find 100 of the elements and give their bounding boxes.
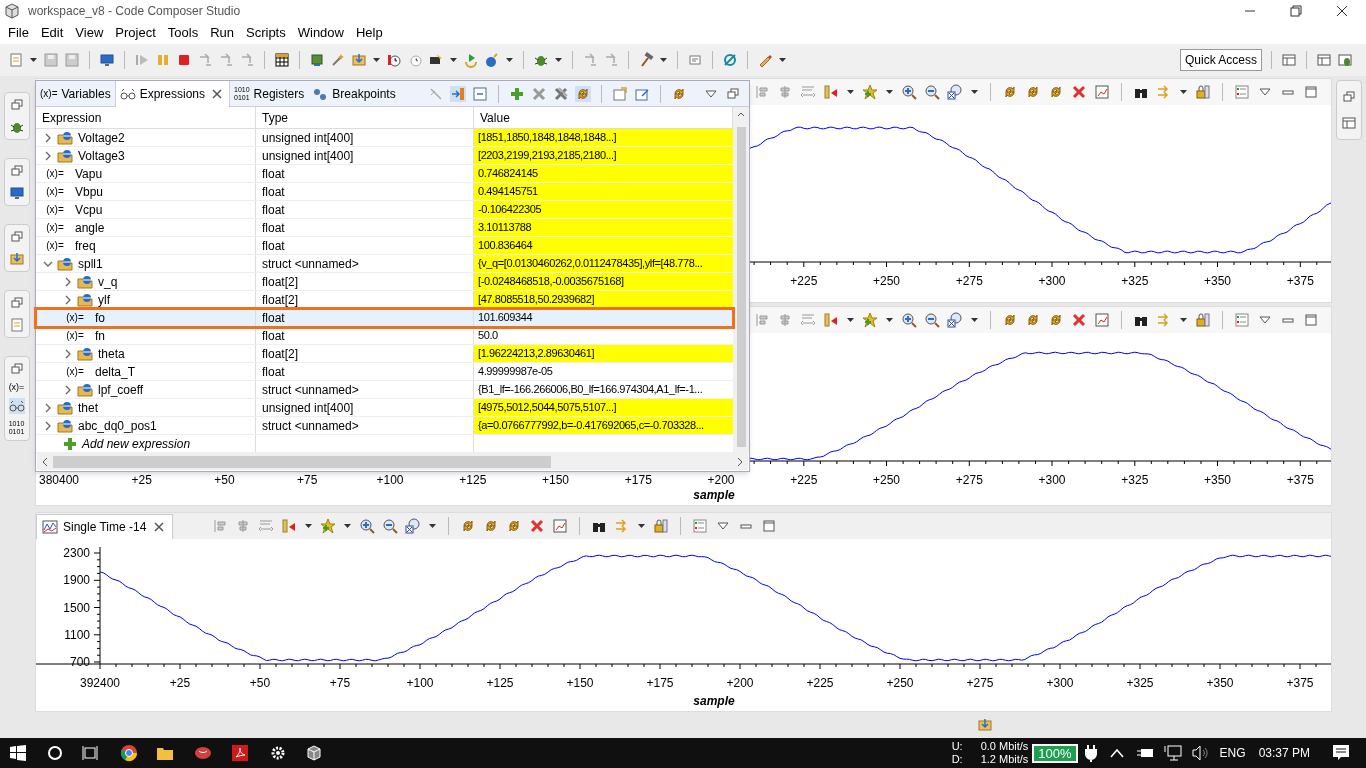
menu-item[interactable]: Edit xyxy=(34,23,70,43)
horizontal-scrollbar[interactable] xyxy=(37,453,748,470)
debug-monitor-icon[interactable] xyxy=(99,52,115,68)
zoom-out-icon[interactable] xyxy=(924,84,940,100)
expression-row[interactable]: theta float[2] [1.96224213,2.89630461] xyxy=(36,345,733,363)
add-expression-item[interactable]: Add new expression xyxy=(36,435,256,452)
spread-icon[interactable] xyxy=(800,84,816,100)
expression-row[interactable]: (x)= delta_T float 4.99999987e-05 xyxy=(36,363,733,381)
delete-icon[interactable] xyxy=(1071,312,1087,328)
zoom-fit-icon[interactable] xyxy=(947,312,963,328)
menu-item[interactable]: File xyxy=(2,23,35,43)
expression-row[interactable]: (x)= angle float 3.10113788 xyxy=(36,219,733,237)
legend-icon[interactable] xyxy=(692,518,709,534)
legend-icon[interactable] xyxy=(1234,84,1250,100)
restore-icon[interactable] xyxy=(8,295,25,311)
speaker-icon[interactable] xyxy=(1191,745,1210,761)
chevron-up-icon[interactable] xyxy=(1109,748,1124,758)
maximize-icon[interactable] xyxy=(1303,84,1319,100)
hammer-icon[interactable] xyxy=(638,52,654,68)
lock-icon[interactable] xyxy=(653,518,670,534)
zoom-in-icon[interactable] xyxy=(901,84,917,100)
terminate-icon[interactable] xyxy=(176,52,192,68)
link-with-debug-icon[interactable] xyxy=(450,85,466,102)
clock-icon[interactable] xyxy=(386,52,402,68)
ruler-icon[interactable] xyxy=(823,84,839,100)
restore-icon[interactable] xyxy=(8,361,25,377)
column-header[interactable]: Type xyxy=(256,107,474,128)
maximize-icon[interactable] xyxy=(1303,312,1319,328)
expressions-view-icon[interactable] xyxy=(8,398,25,414)
refresh-icon[interactable] xyxy=(1002,312,1018,328)
zoom-fit-icon[interactable] xyxy=(947,84,963,100)
add-marker-icon[interactable] xyxy=(320,518,337,534)
restore-icon[interactable] xyxy=(725,85,741,102)
zoom-out-icon[interactable] xyxy=(924,312,940,328)
add-icon[interactable] xyxy=(509,85,525,102)
close-icon[interactable] xyxy=(1336,5,1348,17)
vertical-scrollbar[interactable] xyxy=(733,107,749,453)
delete-icon[interactable] xyxy=(529,518,546,534)
expression-row[interactable]: (x)= Vbpu float 0.494145751 xyxy=(36,183,733,201)
ruler-icon[interactable] xyxy=(823,312,839,328)
panel-icon[interactable] xyxy=(1341,115,1357,131)
cube-icon[interactable] xyxy=(306,745,322,761)
expression-row[interactable]: thet unsigned int[400] [4975,5012,5044,5075,5107...] xyxy=(36,399,733,417)
legend-icon[interactable] xyxy=(1234,312,1250,328)
open-perspective-icon[interactable] xyxy=(1281,52,1297,68)
column-header[interactable]: Expression xyxy=(36,107,256,128)
expression-row[interactable]: (x)= Vapu float 0.746824145 xyxy=(36,165,733,183)
expression-row[interactable]: spll1 struct <unnamed> {v_q=[0.0130460262,0.0112478435],ylf=[48.778... xyxy=(36,255,733,273)
menu-item[interactable]: Scripts xyxy=(240,23,292,43)
ruler-icon[interactable] xyxy=(281,518,298,534)
view-tab[interactable]: Breakpoints xyxy=(308,80,400,107)
expression-row[interactable]: v_q float[2] [-0.0248468518,-0.0035675168] xyxy=(36,273,733,291)
restore-icon[interactable] xyxy=(8,163,25,179)
browser-icon[interactable] xyxy=(120,744,138,762)
zoom-in-icon[interactable] xyxy=(901,312,917,328)
expression-row[interactable]: (x)= Vcpu float -0.106422305 xyxy=(36,201,733,219)
scroll-right-icon[interactable] xyxy=(736,456,744,467)
quick-access-field[interactable]: Quick Access xyxy=(1179,49,1262,71)
network-icon[interactable] xyxy=(1163,745,1182,761)
gear-icon[interactable] xyxy=(270,745,286,761)
battery-icon[interactable] xyxy=(1135,746,1154,760)
expression-row[interactable]: (x)= fo float 101.609344 xyxy=(36,309,733,327)
grid-icon[interactable] xyxy=(274,52,290,68)
view-tab[interactable]: Expressions xyxy=(114,80,230,107)
load-program-icon[interactable] xyxy=(351,52,367,68)
add-marker-icon[interactable] xyxy=(862,84,878,100)
expression-row[interactable]: Voltage2 unsigned int[400] [1851,1850,1848,1848,1848...] xyxy=(36,129,733,147)
notification-icon[interactable] xyxy=(1332,744,1350,762)
refresh-icon[interactable] xyxy=(575,85,591,102)
menu-item[interactable]: Help xyxy=(350,23,389,43)
lock-icon[interactable] xyxy=(1195,312,1211,328)
menu-item[interactable]: Project xyxy=(109,23,162,43)
single-time-tab[interactable]: Single Time -14 xyxy=(36,514,174,539)
chart-properties-icon[interactable] xyxy=(1094,312,1110,328)
menu-item[interactable]: Run xyxy=(204,23,240,43)
scroll-left-icon[interactable] xyxy=(41,456,49,467)
zoom-in-icon[interactable] xyxy=(359,518,376,534)
menu-item[interactable]: Window xyxy=(291,23,350,43)
expression-row[interactable]: abc_dq0_pos1 struct <unnamed> {a=0.0766777992,b=-0.417692065,c=-0.703328... xyxy=(36,417,733,435)
zoom-out-icon[interactable] xyxy=(382,518,399,534)
spread-icon[interactable] xyxy=(258,518,275,534)
remove-icon[interactable] xyxy=(531,85,547,102)
chart-properties-icon[interactable] xyxy=(552,518,569,534)
add-marker-icon[interactable] xyxy=(862,312,878,328)
monitor-icon[interactable] xyxy=(8,185,25,201)
menu-item[interactable]: Tools xyxy=(161,23,205,43)
restore-icon[interactable] xyxy=(8,97,25,113)
view-tab[interactable]: (x)= Variables xyxy=(36,80,115,107)
wand-icon[interactable] xyxy=(330,52,346,68)
restore-icon[interactable] xyxy=(1341,89,1357,105)
start-icon[interactable] xyxy=(10,745,26,761)
bomb-icon[interactable] xyxy=(484,52,500,68)
refresh-icon[interactable] xyxy=(1002,84,1018,100)
expression-row[interactable]: Voltage3 unsigned int[400] [2203,2199,2193,2185,2180...] xyxy=(36,147,733,165)
task-view-icon[interactable] xyxy=(82,745,98,761)
variables-view-button[interactable]: (x)= xyxy=(8,383,25,392)
expression-row[interactable]: (x)= freq float 100.836464 xyxy=(36,237,733,255)
pen-icon[interactable] xyxy=(757,52,773,68)
remove-all-icon[interactable] xyxy=(553,85,569,102)
menu-item[interactable]: View xyxy=(69,23,110,43)
